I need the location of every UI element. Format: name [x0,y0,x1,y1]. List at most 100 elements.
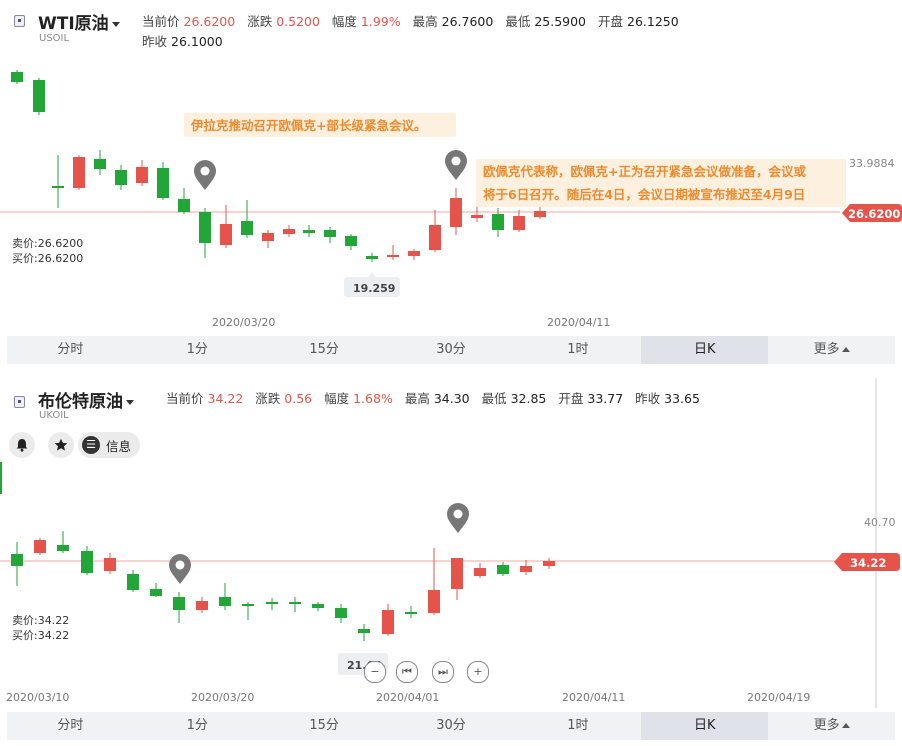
plus-icon: + [473,665,483,678]
candle [387,255,399,257]
candle [136,167,148,183]
candle [94,159,106,169]
brent-axis-top-price: 40.70 [864,516,896,529]
tab-daily[interactable]: 日K [641,712,769,740]
candle [408,251,420,256]
date-label: 2020/03/20 [191,691,254,704]
map-pin-icon[interactable] [445,150,467,180]
candle [34,540,46,553]
map-pin-icon[interactable] [169,554,191,584]
tab-more[interactable]: 更多 [768,336,895,364]
wti-axis-top-price: 33.9884 [849,157,895,170]
tab-30min[interactable]: 30分 [388,712,515,740]
map-pin-icon[interactable] [447,503,469,533]
wti-bid: 买价:26.6200 [12,252,83,265]
wti-price-tag: 26.6200 [848,207,900,221]
candle [52,186,64,188]
brent-ask: 卖价:34.22 [12,614,69,627]
candle [104,558,116,571]
candle [11,554,23,566]
candle [199,212,211,243]
candle [196,601,208,610]
candle [11,72,23,82]
candle [241,221,253,235]
candle [283,229,295,234]
zoom-in-button[interactable]: + [467,661,489,683]
tab-timeshare[interactable]: 分时 [7,336,134,364]
scroll-forward-button[interactable]: ⏭ [432,661,454,683]
tab-1hour[interactable]: 1时 [514,336,641,364]
tab-15min[interactable]: 15分 [261,712,388,740]
date-label: 2020/03/20 [212,316,275,329]
candle [474,568,486,576]
tab-30min[interactable]: 30分 [388,336,515,364]
wti-ask: 卖价:26.6200 [12,237,83,250]
date-label: 2020/04/11 [562,691,625,704]
wti-panel: WTI原油 USOIL 当前价 26.6200 涨跌 0.5200 幅度 1.9… [0,0,902,368]
candle [513,216,525,230]
news-annotation-2-line2: 将于6日召开。随后在4日，会议日期被宣布推迟至4月9日 [483,187,805,202]
candle [219,597,231,606]
brent-panel: 布伦特原油 UKOIL 当前价 34.22 涨跌 0.56 幅度 1.68% 最… [0,378,902,746]
candle [173,597,185,610]
wti-candlestick-chart[interactable]: 伊拉克推动召开欧佩克+部长级紧急会议。 欧佩克代表称，欧佩克+正为召开紧急会议做… [0,0,902,334]
date-label: 2020/04/19 [747,691,810,704]
date-label: 2020/04/01 [376,691,439,704]
zoom-out-button[interactable]: − [364,661,386,683]
tab-daily[interactable]: 日K [641,336,769,364]
candle [429,225,441,250]
brent-price-tag: 34.22 [850,556,886,570]
candle [157,168,169,198]
chevron-up-icon [841,723,850,728]
candle [324,230,336,237]
scroll-back-button[interactable]: ⏮ [396,661,418,683]
candle [242,604,254,606]
news-annotation-1: 伊拉克推动召开欧佩克+部长级紧急会议。 [190,118,426,133]
candle [312,604,324,608]
candle [450,198,462,227]
candle [335,608,347,618]
candle [150,589,162,596]
brent-candlestick-chart[interactable]: 40.70 34.22 卖价:34.22 买价:34.22 21.64 2020… [0,378,902,712]
candle [262,233,274,241]
low-tag-arrow [368,272,376,277]
chevron-up-icon [841,347,850,352]
next-icon: ⏭ [438,665,448,678]
tab-more-label: 更多 [813,342,840,357]
tab-1min[interactable]: 1分 [134,336,261,364]
brent-bid: 买价:34.22 [12,629,69,642]
candle [115,170,127,185]
tab-more[interactable]: 更多 [768,712,895,740]
candle [81,551,93,573]
candle [303,230,315,233]
tab-timeshare[interactable]: 分时 [7,712,134,740]
wti-low-tag: 19.259 [353,282,395,295]
candle [73,157,85,188]
candle [497,565,509,574]
candle [127,574,139,590]
candle [405,612,417,614]
candle [33,80,45,112]
tab-1min[interactable]: 1分 [134,712,261,740]
date-label: 2020/03/10 [6,691,69,704]
candle [266,602,278,604]
candle [366,256,378,259]
candle [520,566,532,572]
date-label: 2020/04/11 [547,316,610,329]
edge-candle [0,462,2,494]
prev-icon: ⏮ [402,665,412,678]
tab-more-label: 更多 [813,718,840,733]
tab-15min[interactable]: 15分 [261,336,388,364]
candle [428,590,440,613]
minus-icon: − [370,665,380,678]
map-pin-icon[interactable] [194,160,216,190]
brent-timeframe-bar: 分时 1分 15分 30分 1时 日K 更多 [7,712,895,740]
tab-1hour[interactable]: 1时 [514,712,641,740]
candle [345,236,357,246]
news-annotation-2-line1: 欧佩克代表称，欧佩克+正为召开紧急会议做准备，会议或 [483,164,806,179]
candle [543,561,555,566]
candle [471,215,483,218]
candle [451,558,463,589]
candle [57,545,69,551]
candle [358,629,370,633]
